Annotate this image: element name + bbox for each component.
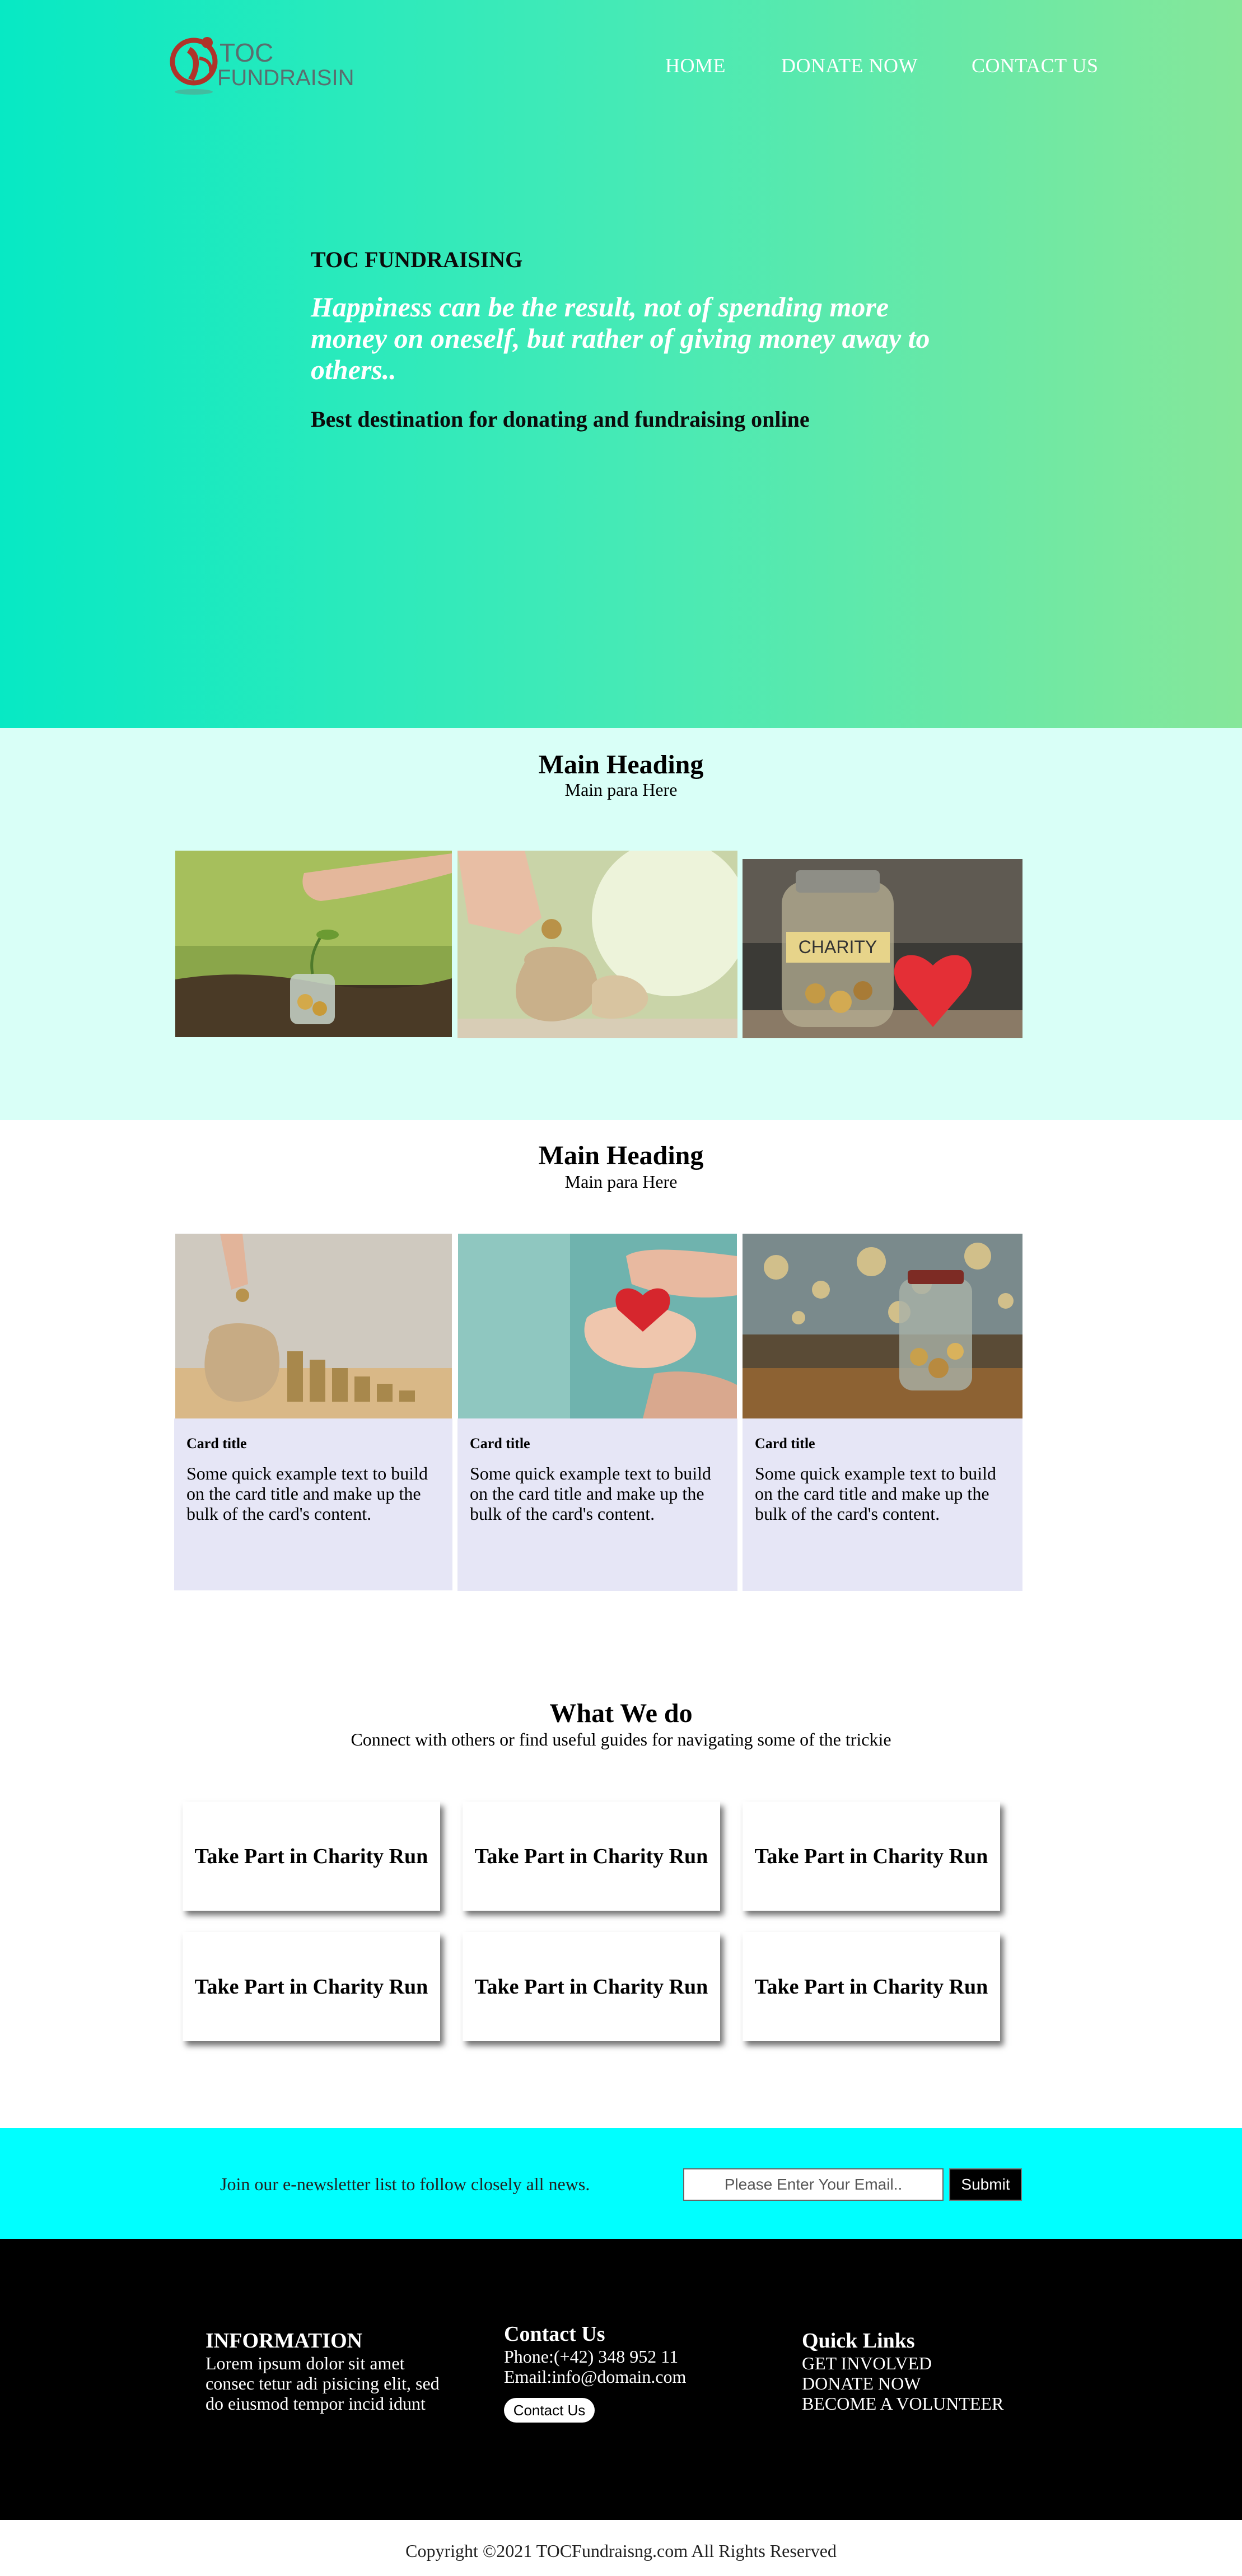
card2-image: [458, 1234, 737, 1418]
newsletter-email-input[interactable]: [683, 2168, 944, 2201]
card-title: Card title: [755, 1435, 815, 1452]
footer-info-line: Lorem ipsum dolor sit amet: [206, 2353, 405, 2373]
newsletter-submit-button[interactable]: Submit: [949, 2168, 1022, 2201]
footer-email: Email:info@domain.com: [504, 2367, 687, 2387]
service-box-title: Take Part in Charity Run: [474, 1975, 708, 1999]
section2-para: Main para Here: [564, 1172, 678, 1192]
site-logo[interactable]: TOC FUNDRAISING: [168, 25, 372, 103]
footer-contact-title: Contact Us: [504, 2322, 605, 2346]
hero-subtitle: Best destination for donating and fundra…: [311, 407, 810, 432]
what-we-do-section: What We do Connect with others or find u…: [0, 1674, 1242, 2111]
service-box[interactable]: Take Part in Charity Run: [183, 1802, 440, 1911]
jar-label: CHARITY: [799, 937, 877, 957]
footer-info-line: do eiusmod tempor incid idunt: [206, 2393, 426, 2414]
service-box[interactable]: Take Part in Charity Run: [743, 1932, 1000, 2041]
newsletter-text: Join our e-newsletter list to follow clo…: [220, 2174, 590, 2194]
coin-sack-photo: [457, 851, 737, 1038]
main-nav: HOME DONATE NOW CONTACT US: [644, 54, 1148, 82]
footer-contact-button[interactable]: Contact Us: [504, 2398, 595, 2423]
card-1[interactable]: Card title Some quick example text to bu…: [174, 1418, 452, 1590]
service-box-title: Take Part in Charity Run: [474, 1844, 708, 1868]
copyright-text: Copyright ©2021 TOCFundraisng.com All Ri…: [405, 2541, 837, 2561]
what-we-do-para: Connect with others or find useful guide…: [351, 1729, 891, 1749]
featured-images-section: Main Heading Main para Here CHARITY: [0, 728, 1242, 1120]
card-3[interactable]: Card title Some quick example text to bu…: [743, 1418, 1022, 1591]
service-box[interactable]: Take Part in Charity Run: [743, 1802, 1000, 1911]
nav-home[interactable]: HOME: [665, 54, 726, 77]
hero-quote: Happiness can be the result, not of spen…: [311, 291, 930, 385]
newsletter-section: Join our e-newsletter list to follow clo…: [0, 2128, 1242, 2239]
service-box-title: Take Part in Charity Run: [194, 1975, 428, 1999]
footer-info-line: consec tetur adi pisicing elit, sed: [206, 2373, 440, 2393]
footer-phone: Phone:(+42) 348 952 11: [504, 2346, 679, 2367]
card3-image: [743, 1234, 1022, 1418]
charity-jar-heart-photo: CHARITY: [743, 859, 1022, 1038]
service-box[interactable]: Take Part in Charity Run: [183, 1932, 440, 2041]
footer-link-volunteer[interactable]: BECOME A VOLUNTEER: [802, 2393, 1003, 2414]
hero-brand: TOC FUNDRAISING: [311, 247, 523, 272]
service-box-title: Take Part in Charity Run: [194, 1844, 428, 1868]
logo-text-toc: TOC: [220, 38, 273, 67]
logo-icon: TOC FUNDRAISING: [170, 37, 372, 95]
footer-link-donate-now[interactable]: DONATE NOW: [802, 2373, 921, 2394]
card-text: Some quick example text to build on the …: [755, 1463, 997, 1524]
footer-link-get-involved[interactable]: GET INVOLVED: [802, 2353, 932, 2374]
nav-contact-us[interactable]: CONTACT US: [972, 54, 1098, 77]
cards-section: Main Heading Main para Here Card title S…: [0, 1120, 1242, 1624]
service-box-title: Take Part in Charity Run: [754, 1844, 988, 1868]
service-box[interactable]: Take Part in Charity Run: [463, 1802, 720, 1911]
hero-section: TOC FUNDRAISING HOME DONATE NOW CONTACT …: [0, 0, 1242, 728]
card1-image: [175, 1234, 452, 1418]
card-title: Card title: [470, 1435, 530, 1452]
plant-coins-jar-photo: [175, 851, 452, 1037]
card-text: Some quick example text to build on the …: [186, 1463, 428, 1524]
service-box[interactable]: Take Part in Charity Run: [463, 1932, 720, 2041]
footer-links-title: Quick Links: [802, 2329, 915, 2353]
footer: INFORMATION Lorem ipsum dolor sit amet c…: [0, 2239, 1242, 2520]
card-title: Card title: [186, 1435, 247, 1452]
section2-heading: Main Heading: [538, 1141, 704, 1170]
what-we-do-heading: What We do: [549, 1698, 693, 1728]
logo-text-fundraising: FUNDRAISING: [217, 66, 353, 90]
section1-para: Main para Here: [564, 780, 678, 800]
nav-donate-now[interactable]: DONATE NOW: [781, 54, 918, 77]
service-box-title: Take Part in Charity Run: [754, 1975, 988, 1999]
section1-heading: Main Heading: [538, 750, 704, 780]
card-2[interactable]: Card title Some quick example text to bu…: [457, 1418, 737, 1591]
card-text: Some quick example text to build on the …: [470, 1463, 712, 1524]
footer-info-title: INFORMATION: [206, 2329, 363, 2353]
